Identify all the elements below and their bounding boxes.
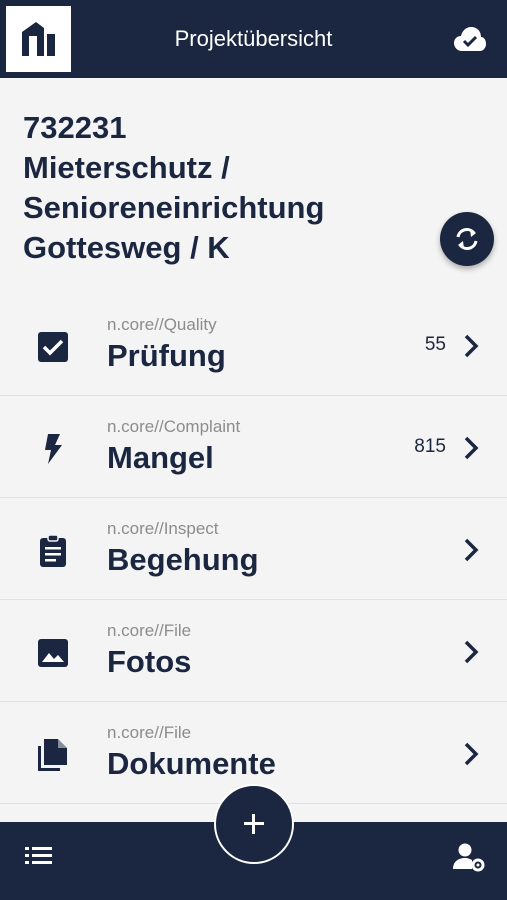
chevron-right-icon — [464, 334, 479, 358]
module-source: n.core//File — [107, 723, 192, 742]
module-source: n.core//Inspect — [107, 519, 219, 538]
project-title: 732231 Mieterschutz / Senioreneinrichtun… — [23, 108, 423, 268]
lightning-icon — [45, 434, 62, 464]
module-label: Mangel — [107, 440, 214, 475]
user-settings-icon[interactable] — [453, 842, 485, 872]
project-title-line: Gottesweg / K — [23, 230, 230, 265]
module-label: Dokumente — [107, 746, 276, 781]
module-fotos[interactable]: n.core//File Fotos — [0, 600, 507, 702]
project-number: 732231 — [23, 110, 127, 145]
plus-icon — [244, 814, 264, 834]
project-title-line: Senioreneinrichtung — [23, 190, 325, 225]
module-label: Prüfung — [107, 338, 226, 373]
project-title-line: Mieterschutz / — [23, 150, 230, 185]
cloud-check-icon[interactable] — [453, 26, 487, 57]
top-app-bar: Projektübersicht — [0, 0, 507, 78]
module-source: n.core//Quality — [107, 315, 217, 334]
sync-icon — [456, 228, 478, 250]
documents-icon — [38, 739, 67, 771]
page-title: Projektübersicht — [174, 26, 333, 51]
add-button[interactable] — [214, 784, 294, 864]
module-list: n.core//Quality Prüfung 55 n.core//Compl… — [0, 294, 507, 804]
chevron-right-icon — [464, 742, 479, 766]
module-mangel[interactable]: n.core//Complaint Mangel 815 — [0, 396, 507, 498]
module-label: Begehung — [107, 542, 259, 577]
module-label: Fotos — [107, 644, 192, 679]
image-icon — [38, 639, 68, 667]
module-begehung[interactable]: n.core//Inspect Begehung — [0, 498, 507, 600]
checkbox-icon — [38, 332, 68, 362]
module-count: 815 — [414, 436, 446, 457]
module-count: 55 — [424, 334, 446, 355]
chevron-right-icon — [464, 436, 479, 460]
module-pruefung[interactable]: n.core//Quality Prüfung 55 — [0, 294, 507, 396]
sync-button[interactable] — [440, 212, 494, 266]
chevron-right-icon — [464, 538, 479, 562]
module-source: n.core//Complaint — [107, 417, 241, 436]
module-source: n.core//File — [107, 621, 192, 640]
chevron-right-icon — [464, 640, 479, 664]
list-icon[interactable] — [25, 844, 53, 868]
clipboard-icon — [40, 534, 66, 567]
